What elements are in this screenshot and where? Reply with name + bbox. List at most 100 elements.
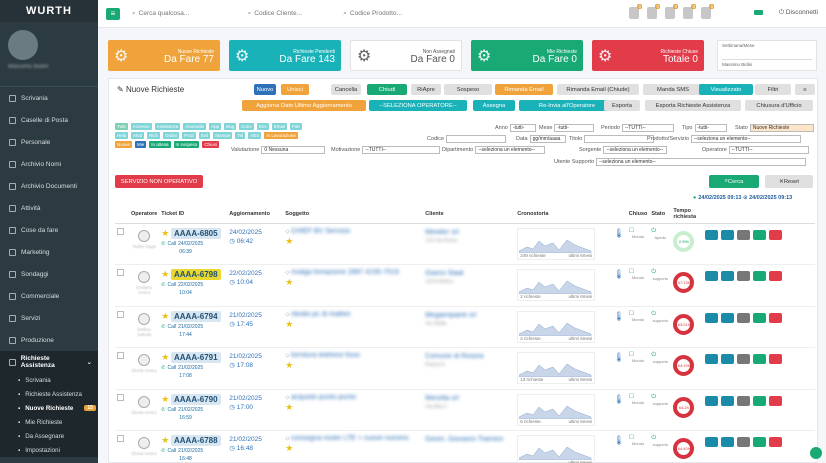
subject-link[interactable]: acquisto punto punto [291,394,356,401]
month-select[interactable]: -tutti- [554,124,595,132]
forward-icon[interactable] [721,229,735,240]
column-header-5[interactable]: Cliente [423,205,516,224]
sidebar-group-assistenza[interactable]: Richieste Assistenza ⌄ [0,351,98,373]
summary-card-4[interactable]: ⚙ Richieste Chiuse Totale 0 [592,40,704,71]
ticket-id[interactable]: AAAA-6798 [171,269,221,280]
toolbar-button-0[interactable]: Nuovo [254,84,276,95]
forward-icon[interactable] [721,437,735,447]
sidebar-subitem-3[interactable]: ▪ Mie Richieste [0,415,98,429]
reason-select[interactable]: --TUTTI-- [362,146,441,154]
reply-icon[interactable] [705,271,719,281]
bell-icon[interactable]: 0 [629,4,642,19]
summary-card-3[interactable]: ⚙ Mie Richieste Da Fare 0 [471,40,583,71]
search-button[interactable]: ⌕ Cerca [709,175,759,188]
sidebar-item-0[interactable]: Scrivania [0,87,98,109]
delete-icon[interactable] [769,229,783,240]
sidebar-subitem-1[interactable]: ▪ Richieste Assistenza [0,387,98,401]
chip-3[interactable]: Anomalie [183,123,207,130]
chip-23[interactable]: In sospeso [173,141,200,148]
toolbar2-button-0[interactable]: Aggiorna Dato Ultimo Aggiornamento [242,100,366,111]
row-checkbox[interactable] [117,393,124,401]
code-input[interactable] [446,135,507,143]
forward-icon[interactable] [721,271,735,281]
toolbar2-button-2[interactable]: Assegna [473,100,515,111]
column-header-1[interactable]: Operatore [129,205,160,224]
toolbar-button-2[interactable]: Cancella [331,84,361,95]
chip-16[interactable]: Stampe [212,132,233,139]
toolbar-button-7[interactable]: Rimanda Email (Chiude) [557,84,639,95]
print-icon[interactable] [737,437,751,447]
chip-10[interactable]: Help [115,132,129,139]
toolbar-button-9[interactable]: Visualizzato [699,84,753,95]
row-checkbox[interactable] [117,435,124,442]
edit-icon[interactable] [753,229,767,240]
chip-21[interactable]: Mie [135,141,147,148]
logout-link[interactable]: ⏻ Disconnetti [779,9,818,17]
chip-15[interactable]: Svil [198,132,210,139]
chip-13[interactable]: Ordini [163,132,180,139]
toolbar-button-6[interactable]: Rimanda Email [495,84,553,95]
title-input[interactable] [584,135,655,143]
period-select[interactable]: --TUTTI-- [621,124,674,132]
chip-0[interactable]: Tutti [115,123,128,130]
column-header-3[interactable]: Aggiornamento [227,205,284,224]
column-header-0[interactable] [115,205,129,224]
chip-4[interactable]: App [209,123,222,130]
toolbar-button-10[interactable]: Filtri [755,84,791,95]
summary-card-0[interactable]: ⚙ Nuove Richieste Da Fare 77 [108,40,220,71]
chip-9[interactable]: Fatt [289,123,302,130]
type-select[interactable]: -tutti- [694,124,727,132]
support-user-select[interactable]: --seleziona un elemento-- [596,158,807,166]
toolbar2-button-4[interactable]: Esporta [604,100,640,111]
subject-link[interactable]: CHIEF BV Servizio [291,228,350,235]
date-input[interactable]: gg/mm/aaaa [529,135,566,143]
sidebar-subitem-5[interactable]: ▪ Impostazioni [0,443,98,457]
reply-icon[interactable] [705,437,719,447]
edit-icon[interactable] [753,312,767,323]
summary-card-2[interactable]: ⚙ Non Assegnati Da Fare 0 [350,40,462,71]
star-icon[interactable]: ★ [161,311,169,321]
search-input[interactable] [138,10,234,17]
column-header-7[interactable] [611,205,627,224]
table-row[interactable]: Tedim Sage ★ AAAA-6805 ✆ Call 24/02/2025 0… [115,223,815,265]
table-row[interactable]: Gloria Amico ★ AAAA-6790 ✆ Call 21/02/2025… [115,389,815,431]
toolbar2-button-6[interactable]: Chiusura d'Ufficio [745,100,813,111]
flag-icon[interactable]: 0 [665,4,678,19]
star-icon[interactable]: ★ [161,228,169,238]
product-code-input[interactable] [349,10,445,17]
row-checkbox[interactable] [117,310,124,318]
ticket-id[interactable]: AAAA-6791 [171,352,221,363]
client-link[interactable]: Gianni Staal [425,269,513,278]
chip-20[interactable]: Nuove [115,141,133,148]
sidebar-item-7[interactable]: Marketing [0,241,98,263]
subject-link[interactable]: rivalga fomazione 2887 4235-7519 [291,269,399,276]
status-select[interactable]: Nuove Richieste [749,124,814,132]
chip-24[interactable]: Chiusi [202,141,219,148]
client-link[interactable]: Comune di Rosora [425,352,513,361]
ticket-id[interactable]: AAAA-6805 [171,227,221,239]
delete-icon[interactable] [769,354,783,364]
reply-icon[interactable] [705,354,719,364]
toolbar-button-1[interactable]: Unisci [281,84,309,95]
sidebar-item-8[interactable]: Sondaggi [0,263,98,285]
column-header-2[interactable]: Ticket ID [159,205,228,224]
ticket-id[interactable]: AAAA-6788 [171,435,221,446]
row-checkbox[interactable] [117,227,124,235]
forward-icon[interactable] [721,312,735,323]
toolbar2-button-5[interactable]: Esporta Richieste Assistenza [645,100,741,111]
row-checkbox[interactable] [117,352,124,359]
ticket-id[interactable]: AAAA-6794 [171,310,221,322]
reply-icon[interactable] [705,395,719,406]
sidebar-item-4[interactable]: Archivio Documenti [0,175,98,197]
print-icon[interactable] [737,229,751,240]
sidebar-item-1[interactable]: Caselle di Posta [0,109,98,131]
toolbar2-button-3[interactable]: Re-Invia all'Operatore [519,100,615,111]
sidebar-item-11[interactable]: Produzione [0,329,98,351]
forward-icon[interactable] [721,354,735,364]
print-icon[interactable] [737,312,751,323]
chip-22[interactable]: In attesa [149,141,171,148]
sidebar-item-5[interactable]: Attività [0,197,98,219]
chip-11[interactable]: Mod [131,132,145,139]
rating-select[interactable]: 0 Nessuna [261,146,326,154]
product-select[interactable]: --seleziona un elemento-- [690,135,801,143]
